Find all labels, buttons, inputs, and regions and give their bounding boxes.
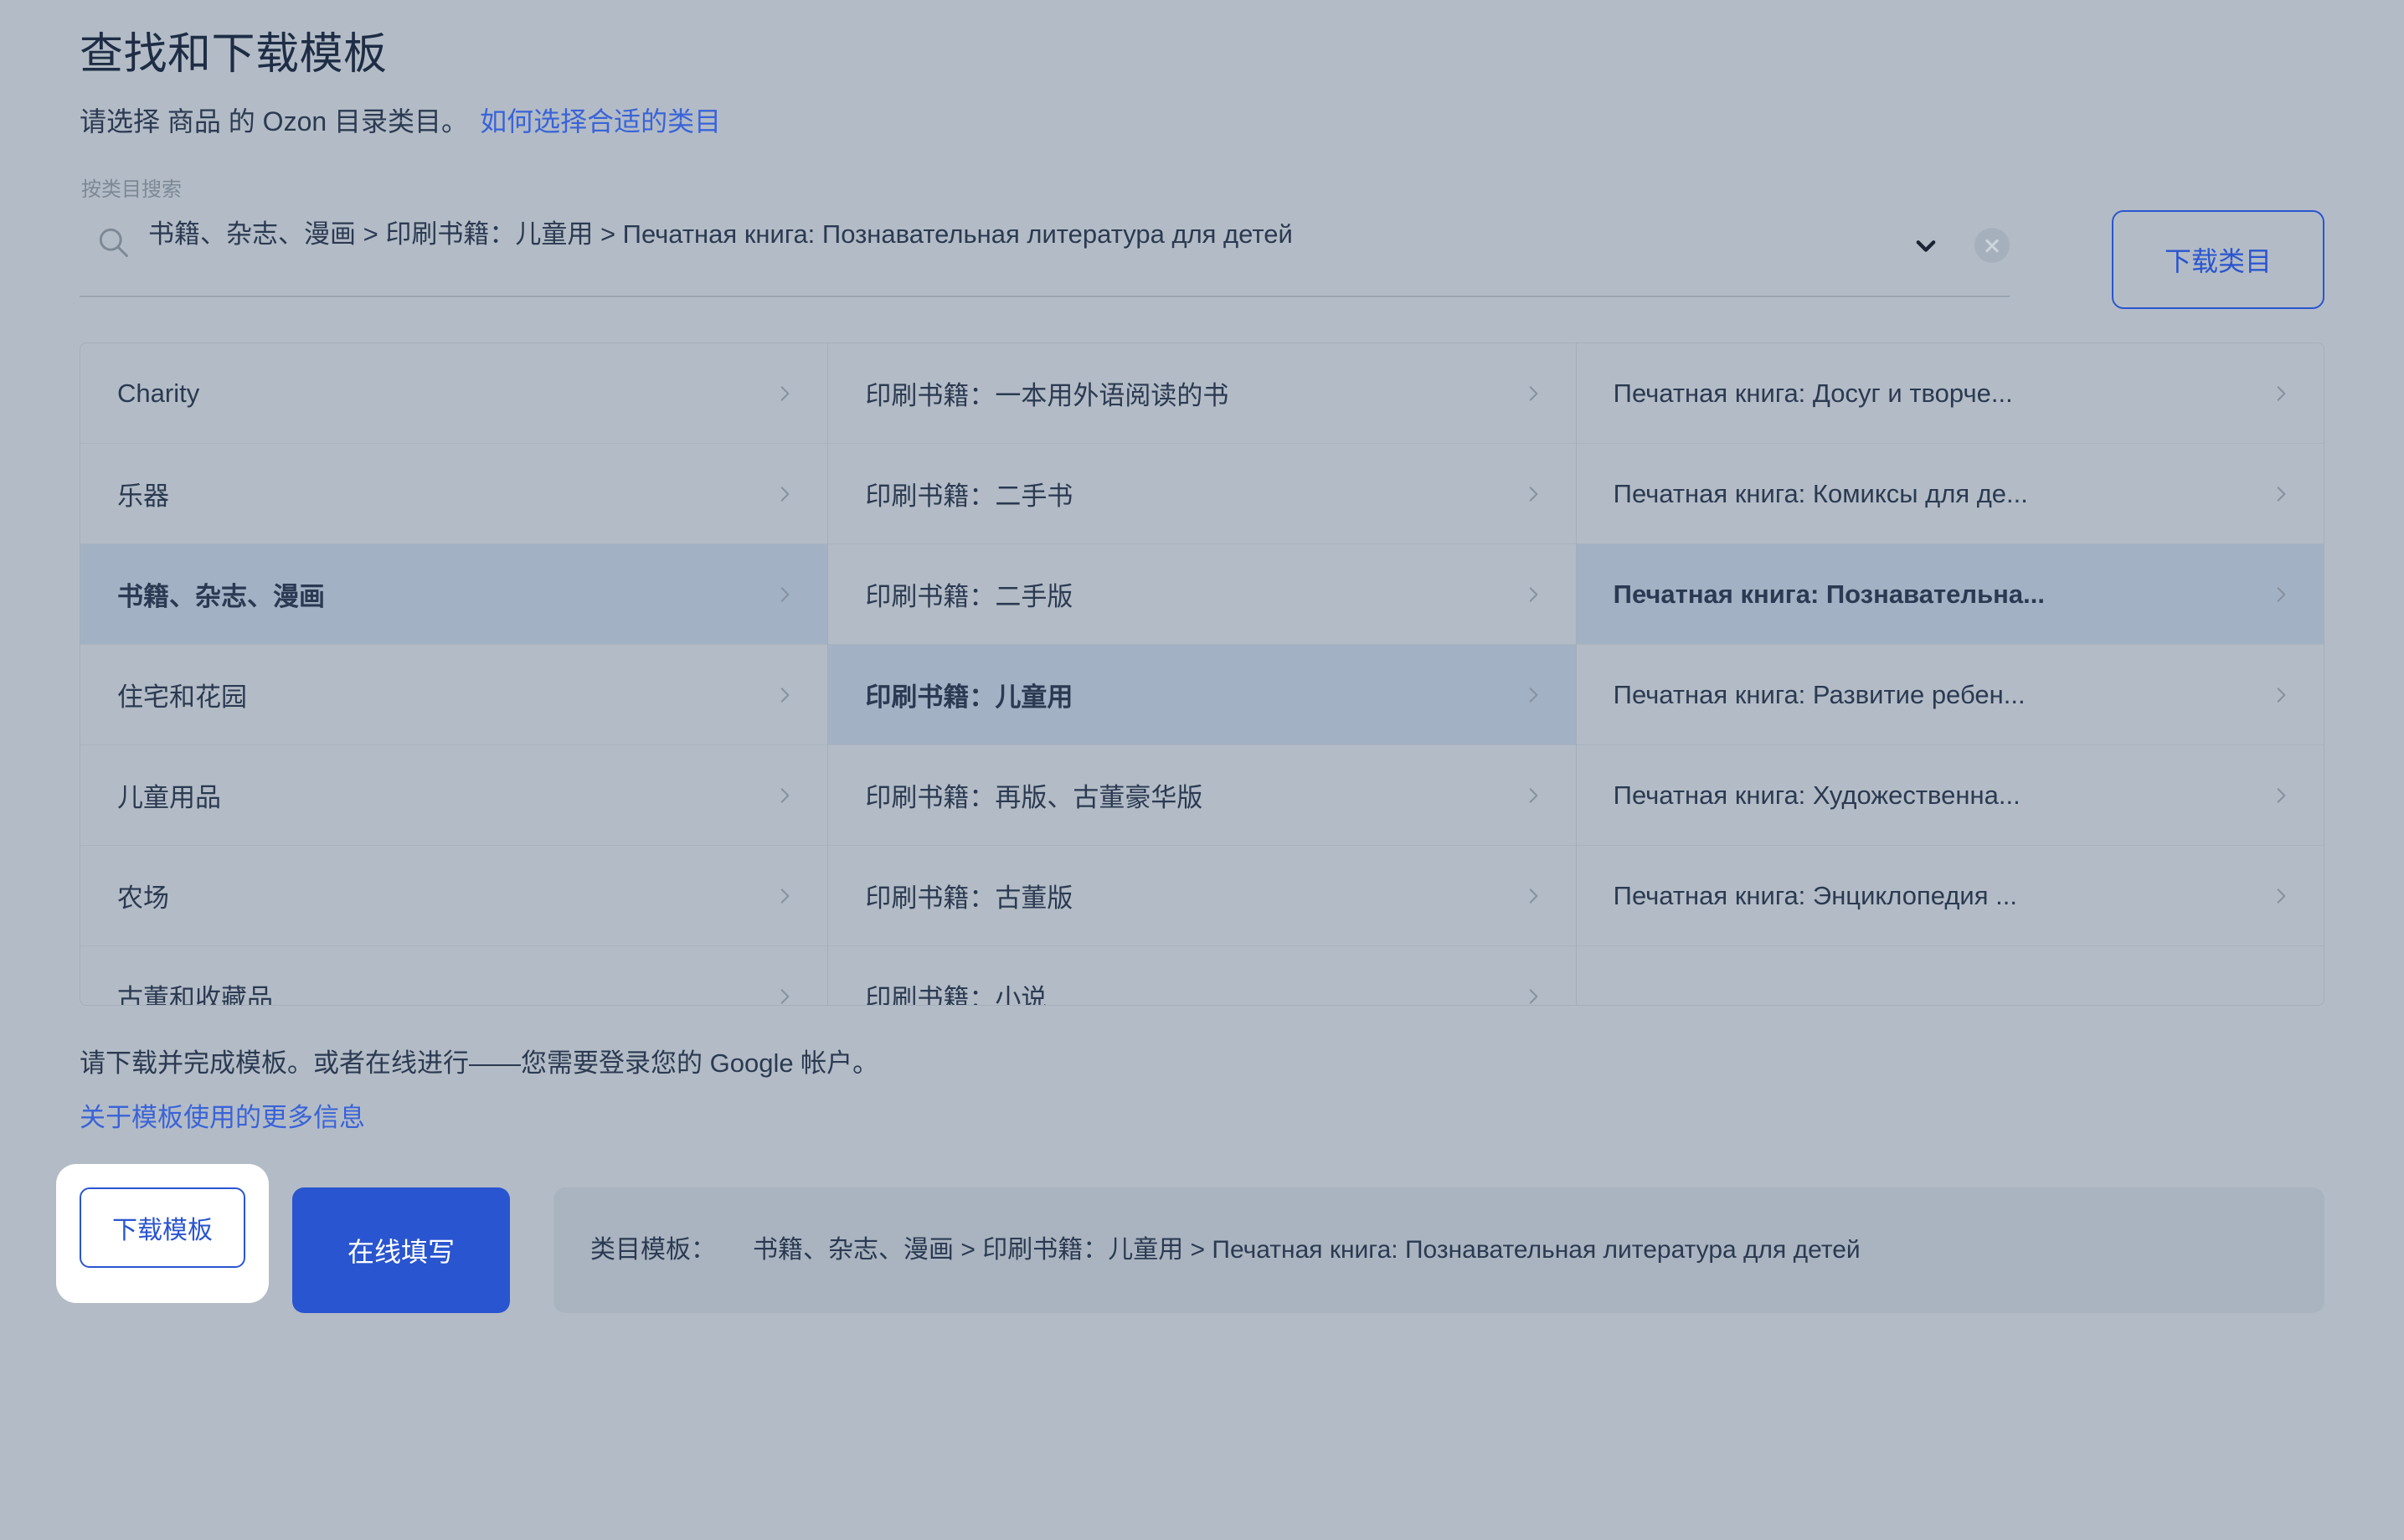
category-picker: Charity 乐器 书籍、杂志、漫画 住宅和花园 儿童用品 农场 古董和收藏品… [80,343,2324,1007]
list-item[interactable]: 住宅和花园 [80,645,828,746]
chevron-right-icon [2270,785,2292,806]
template-info-value: 书籍、杂志、漫画 > 印刷书籍：儿童用 > Печатная книга: По… [753,1236,1861,1264]
search-icon [95,224,131,260]
list-item-label: 印刷书籍：一本用外语阅读的书 [865,381,1229,411]
template-info-label: 类目模板： [590,1236,716,1264]
chevron-right-icon [2270,584,2292,605]
list-item[interactable]: 印刷书籍：再版、古董豪华版 [828,745,1576,847]
list-item[interactable]: 印刷书籍：二手版 [828,544,1576,646]
page-subtitle-text: 请选择 商品 的 Ozon 目录类目。 [80,106,469,136]
chevron-right-icon [774,383,795,404]
template-instructions: 请下载并完成模板。或者在线进行——您需要登录您的 Google 帐户。 [80,1048,879,1079]
list-item-empty [1577,946,2324,1005]
chevron-right-icon [1522,785,1544,806]
list-item[interactable]: Печатная книга: Энциклопедия ... [1576,846,2324,947]
list-item-label: Печатная книга: Досуг и творче... [1613,378,2013,408]
list-item-label: 乐器 [117,482,169,512]
more-info-link[interactable]: 关于模板使用的更多信息 [80,1096,365,1134]
search-input[interactable]: 书籍、杂志、漫画 > 印刷书籍：儿童用 > Печатная книга: По… [148,212,1907,251]
list-item[interactable]: 印刷书籍：一本用外语阅读的书 [828,343,1576,445]
list-item[interactable]: Charity [80,343,828,445]
chevron-right-icon [774,483,795,505]
chevron-right-icon [1522,383,1544,404]
search-input-wrapper[interactable]: 书籍、杂志、漫画 > 印刷书籍：儿童用 > Печатная книга: По… [80,212,2010,298]
list-item-label: 住宅和花园 [117,682,247,713]
search-label: 按类目搜索 [81,178,182,202]
download-template-focus-ring: 下载模板 [56,1164,269,1304]
list-item-label: 印刷书籍：再版、古董豪华版 [865,783,1203,813]
list-item-selected[interactable]: 书籍、杂志、漫画 [80,544,828,646]
list-item-label: Печатная книга: Развитие ребен... [1613,679,2026,709]
list-item[interactable]: 乐器 [80,444,828,545]
list-item[interactable]: Печатная книга: Развитие ребен... [1576,645,2324,746]
list-item-label: 印刷书籍：二手版 [865,582,1073,612]
chevron-right-icon [774,584,795,605]
chevron-right-icon [2270,483,2292,505]
list-item-label: Charity [117,378,200,408]
chevron-right-icon [1522,483,1544,505]
list-item-selected[interactable]: 印刷书籍：儿童用 [828,645,1576,746]
chevron-right-icon [2270,885,2292,907]
list-item-selected[interactable]: Печатная книга: Познавательна... [1576,544,2324,646]
list-item-label: 书籍、杂志、漫画 [117,582,325,612]
download-category-button[interactable]: 下载类目 [2112,210,2324,310]
chevron-right-icon [2270,383,2292,404]
clear-circle-icon[interactable] [1974,228,2010,264]
list-item-label: 农场 [117,883,169,914]
list-item[interactable]: 印刷书籍：古董版 [828,846,1576,947]
how-to-choose-category-link[interactable]: 如何选择合适的类目 [480,106,721,136]
list-item-label: 印刷书籍：小说 [865,984,1048,1006]
chevron-down-icon[interactable] [1907,227,1944,264]
list-item[interactable]: 农场 [80,846,828,947]
chevron-right-icon [2270,684,2292,706]
page-subtitle: 请选择 商品 的 Ozon 目录类目。 如何选择合适的类目 [80,104,2324,140]
list-item[interactable]: 古董和收藏品 [80,946,827,1005]
list-item-label: 古董和收藏品 [117,984,273,1006]
list-item-label: 印刷书籍：二手书 [865,482,1073,512]
chevron-right-icon [1522,986,1544,1006]
find-and-download-template-page: 查找和下载模板 请选择 商品 的 Ozon 目录类目。 如何选择合适的类目 按类目… [0,0,2404,1540]
chevron-right-icon [1522,584,1544,605]
list-item[interactable]: Печатная книга: Художественна... [1576,745,2324,847]
list-item-label: Печатная книга: Энциклопедия ... [1613,880,2017,910]
category-search-field[interactable]: 按类目搜索 书籍、杂志、漫画 > 印刷书籍：儿童用 > Печатная кни… [80,178,2010,298]
chevron-right-icon [774,986,795,1006]
chevron-right-icon [774,785,795,806]
chevron-right-icon [1522,885,1544,907]
category-search-block: 按类目搜索 书籍、杂志、漫画 > 印刷书籍：儿童用 > Печатная кни… [80,178,2324,310]
list-item-label: Печатная книга: Познавательна... [1613,579,2045,609]
list-item-label: 儿童用品 [117,783,221,813]
selected-template-info: 类目模板： 书籍、杂志、漫画 > 印刷书籍：儿童用 > Печатная кни… [553,1187,2324,1314]
list-item-label: 印刷书籍：古董版 [865,883,1073,914]
list-item-label: Печатная книга: Художественна... [1613,780,2020,810]
list-item-label: 印刷书籍：儿童用 [865,682,1073,713]
list-item-label: Печатная книга: Комиксы для де... [1613,478,2028,508]
category-column-level-3: Печатная книга: Досуг и творче... Печатн… [1576,343,2324,1005]
list-item[interactable]: 儿童用品 [80,745,828,847]
list-item[interactable]: 印刷书籍：二手书 [828,444,1576,545]
list-item[interactable]: Печатная книга: Комиксы для де... [1576,444,2324,545]
list-item[interactable]: 印刷书籍：小说 [828,946,1575,1005]
chevron-right-icon [774,885,795,907]
page-title: 查找和下载模板 [80,30,388,79]
action-bar: 下载模板 在线填写 类目模板： 书籍、杂志、漫画 > 印刷书籍：儿童用 > Пе… [56,1164,2324,1314]
category-column-level-1: Charity 乐器 书籍、杂志、漫画 住宅和花园 儿童用品 农场 古董和收藏品 [80,343,829,1006]
fill-online-button[interactable]: 在线填写 [292,1187,510,1314]
chevron-right-icon [1522,684,1544,706]
category-column-level-2: 印刷书籍：一本用外语阅读的书 印刷书籍：二手书 印刷书籍：二手版 印刷书籍：儿童… [828,343,1577,1006]
list-item[interactable]: Печатная книга: Досуг и творче... [1576,343,2324,445]
chevron-right-icon [774,684,795,706]
download-template-button[interactable]: 下载模板 [80,1187,245,1269]
